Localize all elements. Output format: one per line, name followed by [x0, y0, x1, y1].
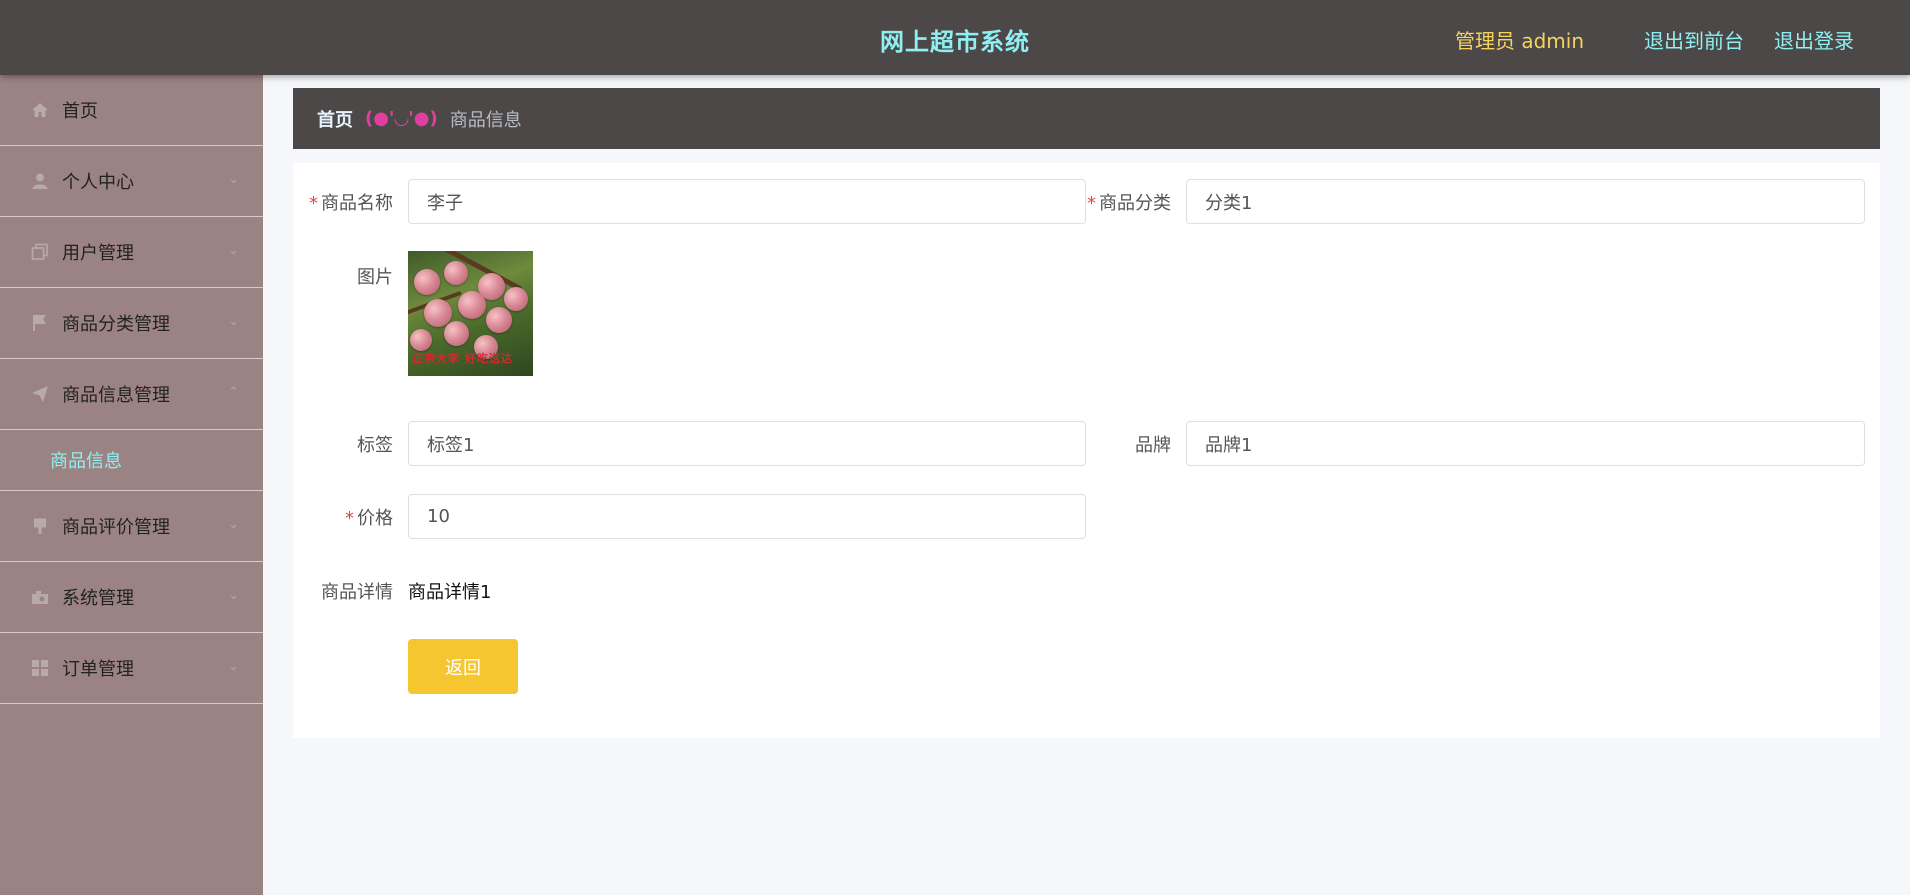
price-input[interactable]: 10 [408, 494, 1086, 539]
plum-shape [410, 329, 432, 351]
image-label: 图片 [357, 267, 393, 288]
image-caption: 正宗大李 好吃送达 [412, 352, 513, 365]
sidebar-item-label: 系统管理 [62, 588, 134, 609]
product-image[interactable]: 正宗大李 好吃送达 [408, 251, 533, 376]
sidebar-item-home[interactable]: 首页 [0, 75, 263, 146]
chevron-down-icon: ⌄ [228, 314, 239, 329]
home-icon [30, 100, 50, 120]
flag-icon [30, 313, 50, 333]
back-button[interactable]: 返回 [408, 639, 518, 694]
detail-label: 商品详情 [321, 582, 393, 603]
product-category-label: * 商品分类 [1087, 193, 1171, 214]
sidebar-item-label: 商品信息管理 [62, 385, 170, 406]
tag-input[interactable]: 标签1 [408, 421, 1086, 466]
header-actions: 管理员 admin 退出到前台 退出登录 [1455, 25, 1854, 54]
plum-shape [444, 261, 468, 285]
product-detail-form: * 商品名称 李子 * 商品分类 分类1 图片 正宗大李 好吃送达 标签 标签1 品… [293, 163, 1880, 738]
product-name-label: * 商品名称 [309, 193, 393, 214]
chevron-down-icon: ⌄ [228, 588, 239, 603]
sidebar-item-orders[interactable]: 订单管理 ⌄ [0, 633, 263, 704]
plum-shape [486, 307, 512, 333]
sidebar-item-category[interactable]: 商品分类管理 ⌄ [0, 288, 263, 359]
chevron-down-icon: ⌄ [228, 517, 239, 532]
sidebar-item-users[interactable]: 用户管理 ⌄ [0, 217, 263, 288]
plum-shape [444, 321, 469, 346]
sidebar-item-product[interactable]: 商品信息管理 ⌃ [0, 359, 263, 430]
brand-label: 品牌 [1135, 435, 1171, 456]
price-label: * 价格 [345, 508, 393, 529]
user-icon [30, 171, 50, 191]
chevron-up-icon: ⌃ [228, 385, 239, 400]
sidebar: 首页 个人中心 ⌄ 用户管理 ⌄ 商品分类管理 ⌄ 商品信息管理 ⌃ 商品信息 … [0, 75, 263, 895]
sidebar-subitem-product-info[interactable]: 商品信息 [0, 430, 263, 491]
chevron-down-icon: ⌄ [228, 243, 239, 258]
sidebar-item-label: 个人中心 [62, 172, 134, 193]
sidebar-item-label: 用户管理 [62, 243, 134, 264]
breadcrumb-separator: (●'◡'●) [365, 108, 438, 129]
camera-icon [30, 587, 50, 607]
sidebar-item-label: 商品分类管理 [62, 314, 170, 335]
sidebar-item-label: 订单管理 [62, 659, 134, 680]
sidebar-item-review[interactable]: 商品评价管理 ⌄ [0, 491, 263, 562]
product-name-input[interactable]: 李子 [408, 179, 1086, 224]
breadcrumb: 首页 (●'◡'●) 商品信息 [293, 88, 1880, 149]
sidebar-item-system[interactable]: 系统管理 ⌄ [0, 562, 263, 633]
brand-input[interactable]: 品牌1 [1186, 421, 1865, 466]
plum-shape [414, 269, 440, 295]
copy-icon [30, 242, 50, 262]
product-category-input[interactable]: 分类1 [1186, 179, 1865, 224]
sidebar-item-label: 商品评价管理 [62, 517, 170, 538]
plum-shape [504, 287, 528, 311]
chevron-down-icon: ⌄ [228, 172, 239, 187]
sidebar-item-profile[interactable]: 个人中心 ⌄ [0, 146, 263, 217]
chevron-down-icon: ⌄ [228, 659, 239, 674]
grid-icon [30, 658, 50, 678]
plum-shape [458, 291, 486, 319]
breadcrumb-current: 商品信息 [449, 109, 522, 131]
detail-value: 商品详情1 [408, 582, 492, 603]
send-icon [30, 384, 50, 404]
pin-icon [30, 516, 50, 536]
tag-label: 标签 [357, 435, 393, 456]
breadcrumb-home[interactable]: 首页 [317, 106, 353, 132]
back-to-front-link[interactable]: 退出到前台 [1644, 25, 1744, 54]
sidebar-item-label: 首页 [62, 101, 98, 122]
logout-link[interactable]: 退出登录 [1774, 25, 1854, 54]
admin-label: 管理员 admin [1454, 29, 1584, 53]
top-header: 网上超市系统 管理员 admin 退出到前台 退出登录 [0, 0, 1910, 75]
